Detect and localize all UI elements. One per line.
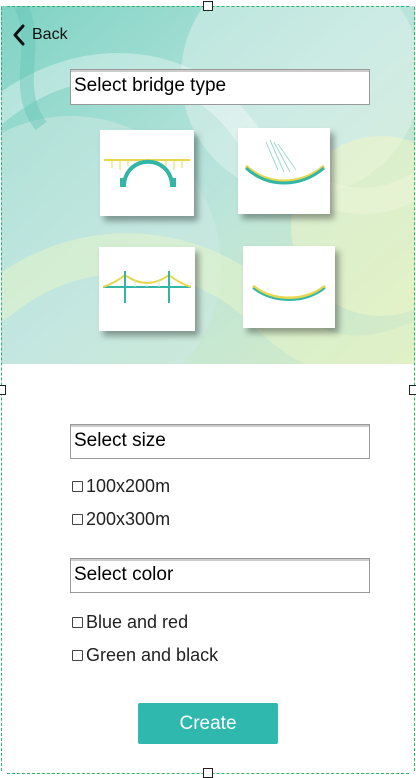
- hero-pattern: [1, 6, 415, 364]
- color-option-blue-red[interactable]: Blue and red: [72, 612, 188, 633]
- size-option-100x200[interactable]: 100x200m: [72, 476, 170, 497]
- resize-handle-right[interactable]: [409, 385, 416, 395]
- suspension-bridge-icon: [102, 271, 192, 303]
- color-option-label: Blue and red: [86, 612, 189, 632]
- color-checkbox[interactable]: [72, 617, 83, 628]
- resize-handle-bottom[interactable]: [203, 768, 213, 778]
- bridge-type-title: Select bridge type: [70, 69, 370, 105]
- back-label: Back: [32, 26, 68, 43]
- color-checkbox[interactable]: [72, 650, 83, 661]
- hero-background: [1, 6, 415, 364]
- cable-stayed-bridge-icon: [244, 139, 325, 185]
- color-option-label: Green and black: [86, 645, 219, 665]
- back-button[interactable]: Back: [12, 24, 68, 46]
- resize-handle-left[interactable]: [0, 385, 6, 395]
- color-title: Select color: [70, 558, 370, 593]
- size-checkbox[interactable]: [72, 514, 83, 525]
- color-option-green-black[interactable]: Green and black: [72, 645, 218, 666]
- chevron-left-icon: [13, 24, 25, 46]
- size-option-label: 100x200m: [86, 476, 171, 496]
- bridge-option-curved[interactable]: [243, 246, 335, 328]
- size-option-200x300[interactable]: 200x300m: [72, 509, 170, 530]
- screen: Back Select bridge type Select size 100x…: [0, 0, 416, 778]
- curved-deck-bridge-icon: [252, 284, 326, 301]
- size-checkbox[interactable]: [72, 481, 83, 492]
- bridge-option-cable-stayed[interactable]: [238, 128, 330, 214]
- bridge-option-suspension[interactable]: [99, 247, 195, 331]
- bridge-option-arch[interactable]: [100, 130, 194, 216]
- arch-bridge-icon: [104, 159, 190, 187]
- create-button[interactable]: Create: [138, 703, 278, 744]
- size-option-label: 200x300m: [86, 509, 171, 529]
- resize-handle-top[interactable]: [203, 1, 213, 11]
- size-title: Select size: [70, 424, 370, 459]
